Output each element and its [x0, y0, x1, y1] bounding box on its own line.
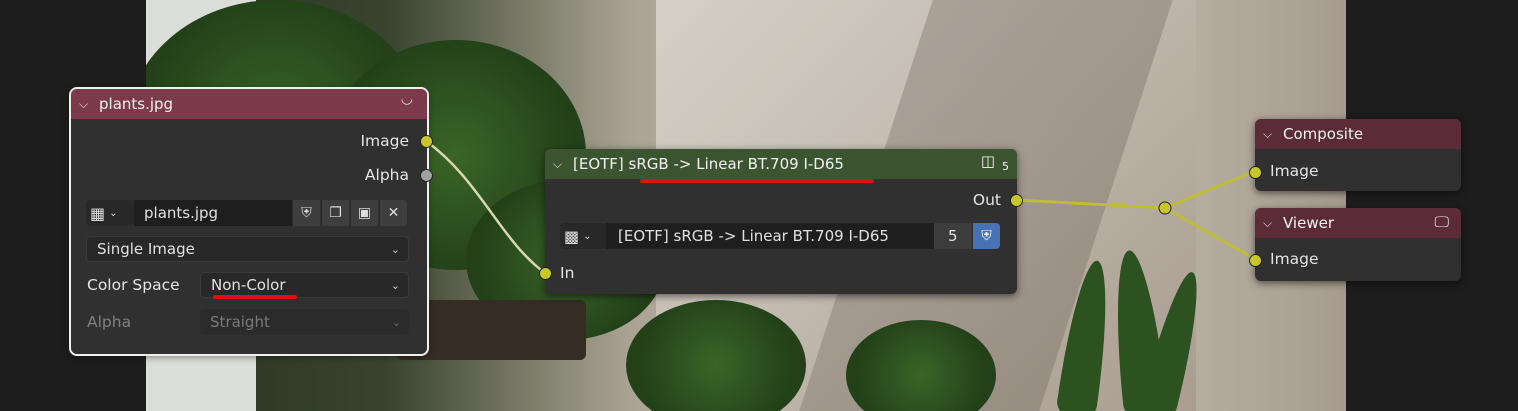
image-node-header[interactable]: ⌵ plants.jpg ◡	[71, 89, 427, 119]
image-node-title: plants.jpg	[99, 95, 174, 113]
link-reroute-to-viewer	[1164, 206, 1256, 261]
node-group-icon[interactable]: ◫	[981, 152, 995, 170]
composite-node-header[interactable]: ⌵ Composite	[1255, 119, 1461, 149]
fake-user-shield-icon[interactable]: ⛨	[972, 223, 1000, 249]
collapse-chevron-icon[interactable]: ⌵	[1263, 127, 1277, 142]
chevron-down-icon: ⌄	[390, 278, 400, 292]
image-node[interactable]: ⌵ plants.jpg ◡ Image Alpha ▦ ⌄ plants.jp…	[69, 87, 433, 356]
fake-user-shield-icon[interactable]: ⛨	[292, 200, 320, 226]
input-image-label: Image	[1270, 250, 1319, 268]
link-reroute-to-composite	[1164, 169, 1256, 210]
reroute-node	[1158, 201, 1172, 215]
alpha-mode-value: Straight	[210, 313, 270, 331]
input-image-socket[interactable]	[1249, 254, 1262, 267]
open-folder-icon[interactable]: ▣	[350, 200, 378, 226]
collapse-chevron-icon[interactable]: ⌵	[553, 157, 567, 172]
chevron-down-icon: ⌄	[583, 230, 592, 242]
node-tree-type-selector[interactable]: ▩ ⌄	[560, 223, 606, 249]
input-image-socket[interactable]	[1249, 166, 1262, 179]
unlink-x-icon[interactable]: ✕	[379, 200, 407, 226]
output-out-socket[interactable]	[1010, 194, 1023, 207]
user-count-field[interactable]: 5	[934, 223, 972, 249]
chevron-down-icon: ⌄	[109, 207, 118, 219]
color-space-label: Color Space	[87, 276, 180, 294]
monitor-icon[interactable]: 🖵	[1435, 213, 1449, 231]
alpha-label: Alpha	[87, 313, 132, 331]
link-out-to-reroute	[1016, 198, 1166, 210]
viewer-node-header[interactable]: ⌵ Viewer 🖵	[1255, 208, 1461, 238]
composite-node[interactable]: ⌵ Composite Image	[1249, 119, 1461, 191]
group-node-header[interactable]: ⌵ [EOTF] sRGB -> Linear BT.709 I-D65 ◫ 5	[545, 149, 1017, 179]
output-image-socket[interactable]	[420, 135, 433, 148]
composite-node-title: Composite	[1283, 125, 1364, 143]
output-alpha-socket[interactable]	[420, 169, 433, 182]
input-in-socket[interactable]	[539, 267, 552, 280]
source-value: Single Image	[97, 240, 195, 258]
link-image-to-in	[425, 139, 546, 275]
red-underline-annotation	[640, 179, 874, 183]
node-options-icon[interactable]: ◡	[401, 91, 413, 107]
input-in-label: In	[560, 264, 575, 282]
chevron-down-icon: ⌄	[391, 315, 401, 329]
image-name-field[interactable]: plants.jpg	[134, 200, 292, 226]
viewer-node[interactable]: ⌵ Viewer 🖵 Image	[1249, 208, 1461, 281]
color-space-value: Non-Color	[211, 276, 286, 294]
viewer-node-title: Viewer	[1283, 214, 1334, 232]
group-users-badge: 5	[1002, 160, 1009, 173]
collapse-chevron-icon[interactable]: ⌵	[1263, 216, 1277, 231]
collapse-chevron-icon[interactable]: ⌵	[79, 97, 93, 112]
source-dropdown[interactable]: Single Image ⌄	[86, 236, 409, 262]
output-image-label: Image	[360, 132, 409, 150]
image-type-icon: ▦	[90, 203, 106, 223]
group-node-title: [EOTF] sRGB -> Linear BT.709 I-D65	[573, 155, 844, 173]
group-name-field[interactable]: [EOTF] sRGB -> Linear BT.709 I-D65	[606, 223, 934, 249]
node-tree-icon: ▩	[564, 226, 580, 246]
chevron-down-icon: ⌄	[390, 242, 400, 256]
alpha-mode-dropdown: Straight ⌄	[200, 309, 409, 335]
input-image-label: Image	[1270, 162, 1319, 180]
duplicate-icon[interactable]: ❐	[321, 200, 349, 226]
output-out-label: Out	[972, 191, 1001, 209]
group-node[interactable]: ⌵ [EOTF] sRGB -> Linear BT.709 I-D65 ◫ 5…	[539, 149, 1023, 294]
output-alpha-label: Alpha	[364, 166, 409, 184]
red-underline-annotation	[213, 295, 297, 299]
image-type-selector[interactable]: ▦ ⌄	[86, 200, 134, 226]
